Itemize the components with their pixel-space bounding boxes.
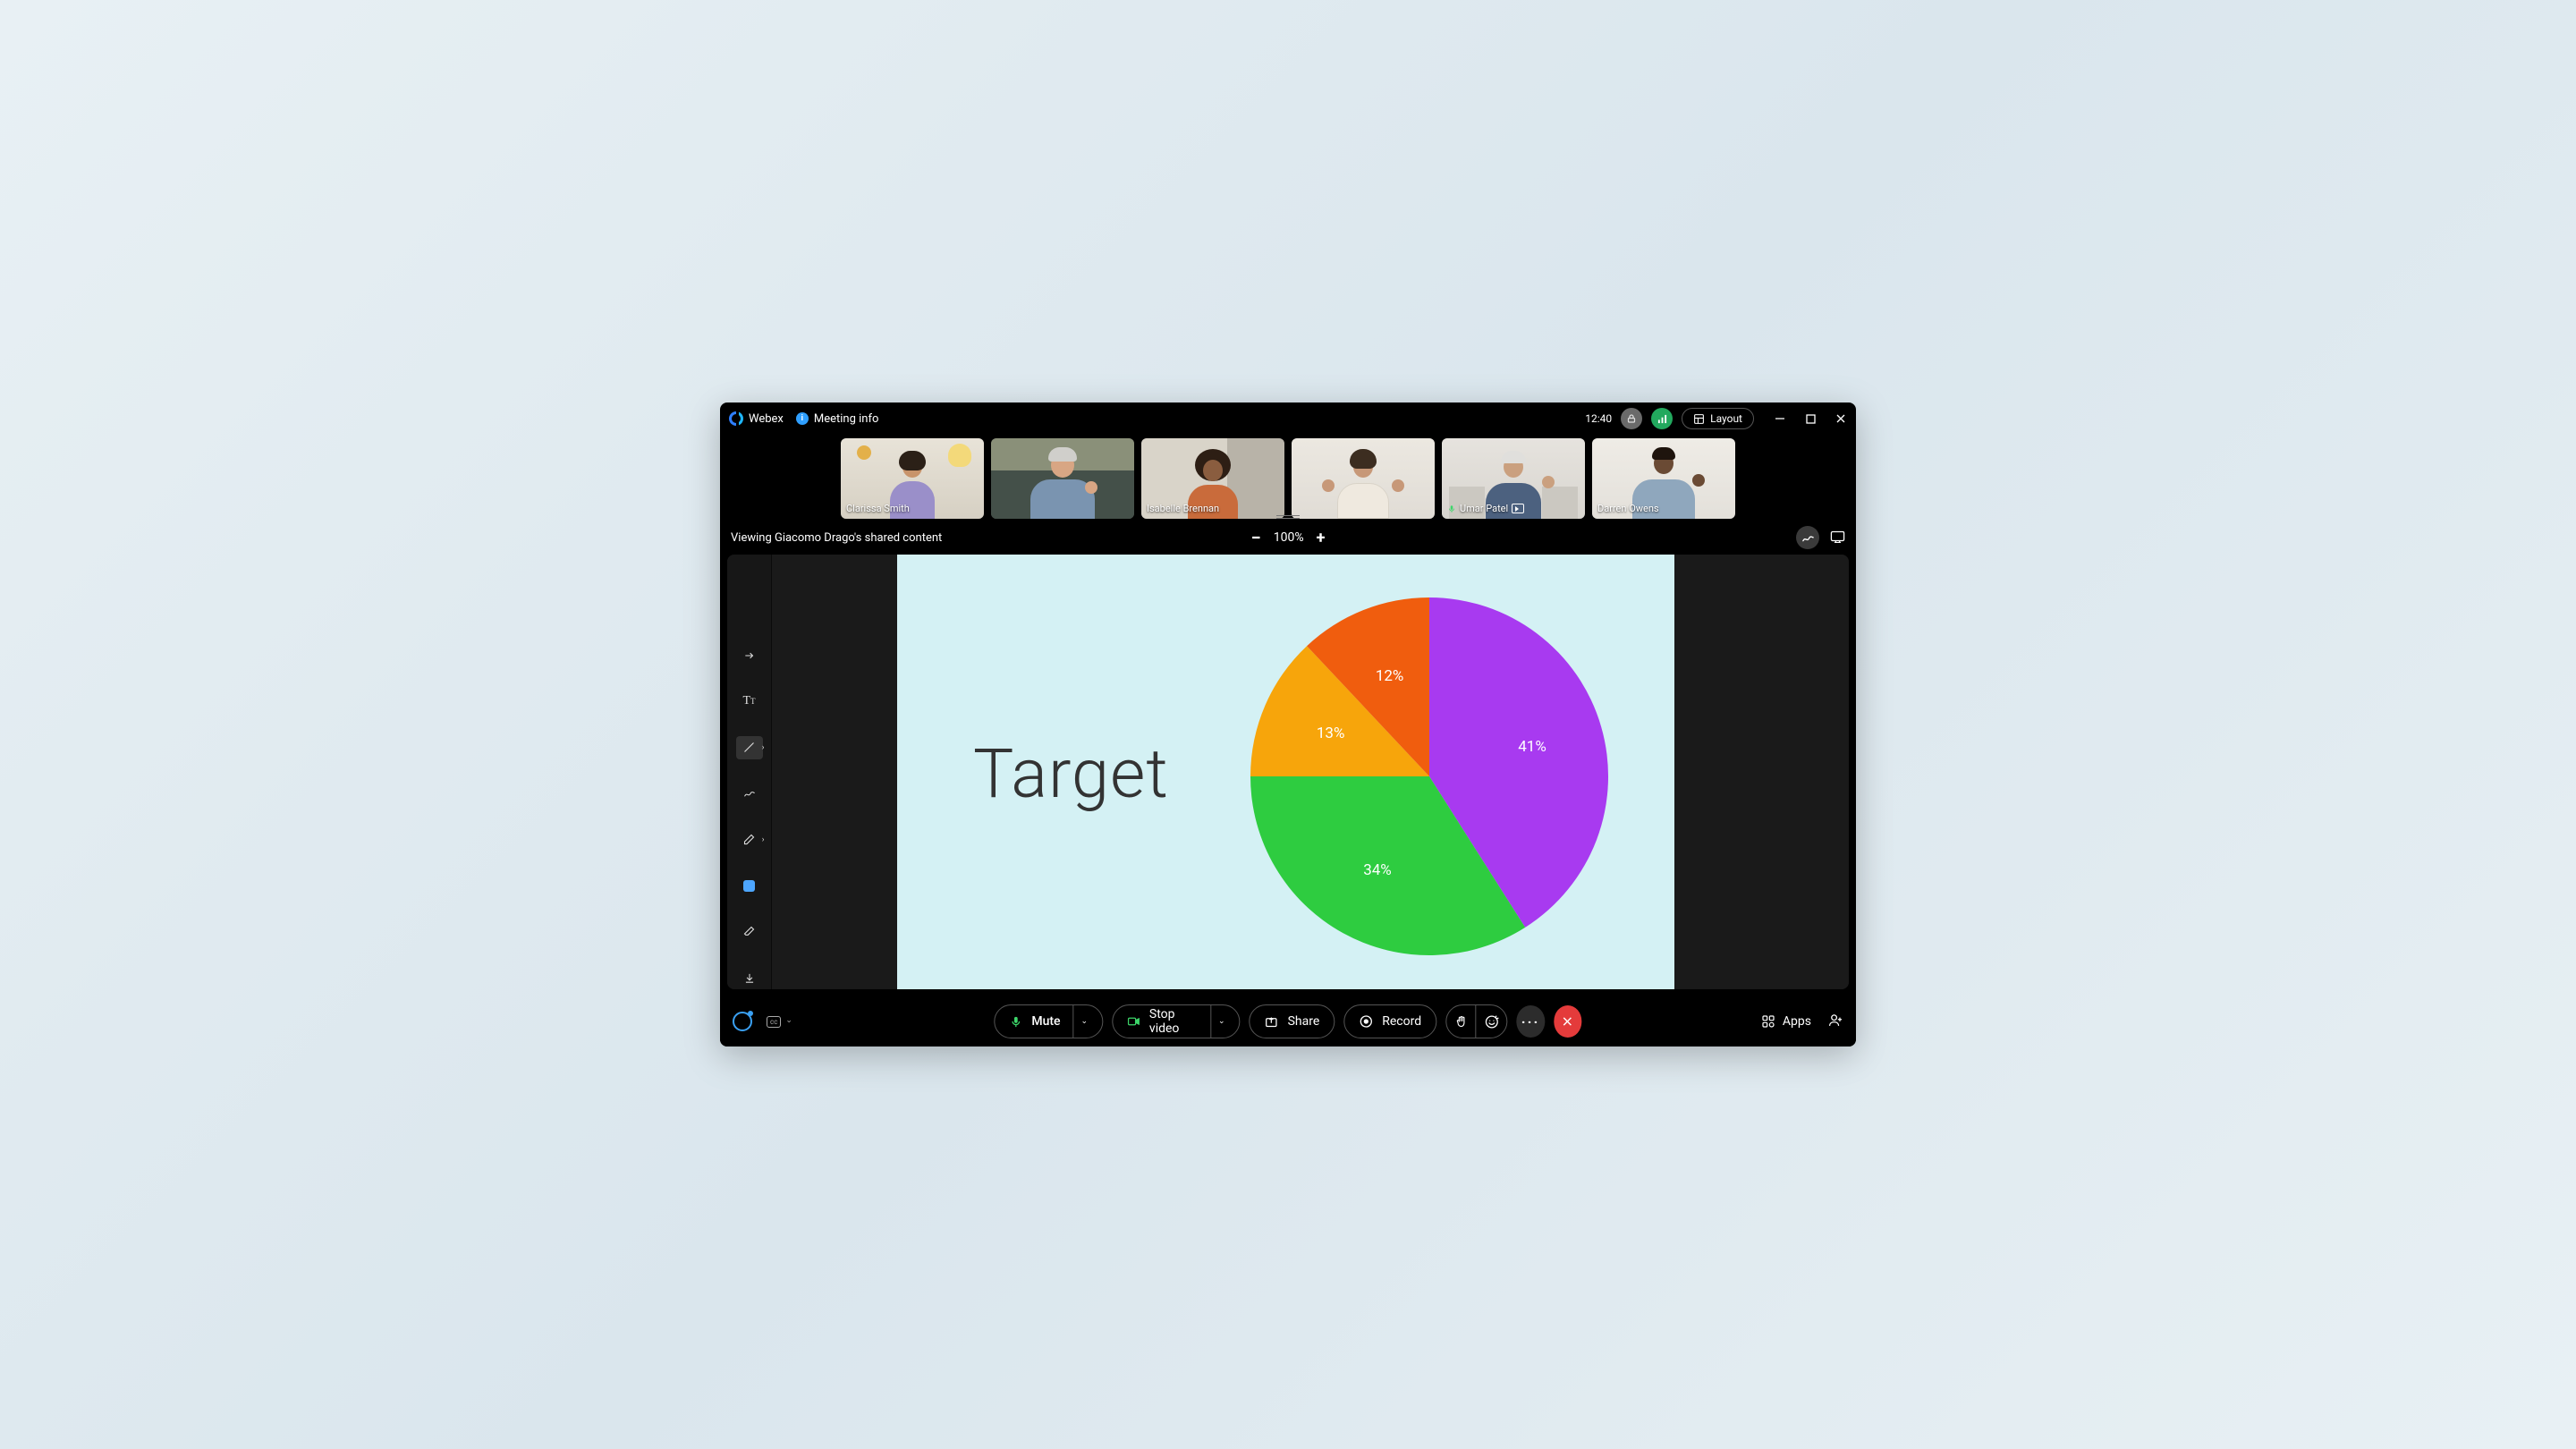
record-label: Record xyxy=(1382,1014,1421,1029)
popout-button[interactable] xyxy=(1830,530,1845,547)
participants-panel-button[interactable] xyxy=(1827,1013,1843,1031)
camera-icon xyxy=(1127,1015,1140,1028)
pie-chart: 41% 34% 13% 12% xyxy=(1250,597,1608,955)
emoji-reactions-button[interactable] xyxy=(1477,1004,1506,1038)
window-minimize-button[interactable] xyxy=(1774,412,1786,425)
pen-tool[interactable]: › xyxy=(736,828,763,852)
mute-label: Mute xyxy=(1031,1014,1060,1029)
freehand-tool[interactable] xyxy=(736,783,763,806)
close-icon xyxy=(1562,1015,1574,1028)
drag-handle[interactable] xyxy=(1276,515,1300,519)
leave-meeting-button[interactable] xyxy=(1554,1005,1582,1038)
annotation-toolbar: TT › › xyxy=(727,555,772,989)
share-label: Share xyxy=(1288,1014,1320,1029)
download-tool[interactable] xyxy=(736,967,763,990)
participant-tile[interactable]: Darren Owens xyxy=(1592,438,1735,519)
mute-options-caret[interactable]: ⌄ xyxy=(1073,1004,1089,1038)
microphone-icon xyxy=(1009,1014,1022,1030)
webex-logo-icon xyxy=(729,411,743,426)
zoom-out-button[interactable]: − xyxy=(1251,527,1261,548)
raise-hand-button[interactable] xyxy=(1446,1004,1477,1038)
info-icon: i xyxy=(796,412,809,425)
stop-video-label: Stop video xyxy=(1149,1007,1198,1036)
captions-button[interactable]: cc ⌄ xyxy=(767,1016,792,1028)
line-tool[interactable]: › xyxy=(736,736,763,759)
meeting-info-label: Meeting info xyxy=(814,412,879,426)
apps-button[interactable]: Apps xyxy=(1761,1014,1811,1029)
annotate-toggle-button[interactable] xyxy=(1796,526,1819,549)
participant-tile[interactable]: Isabelle Brennan xyxy=(1141,438,1284,519)
window-maximize-button[interactable] xyxy=(1804,412,1817,425)
share-icon xyxy=(1265,1015,1279,1029)
shared-content-header: Viewing Giacomo Drago's shared content −… xyxy=(720,521,1856,555)
participant-tile[interactable] xyxy=(1292,438,1435,519)
mic-on-icon xyxy=(1447,504,1456,513)
topbar: Webex i Meeting info 12:40 Layout xyxy=(720,402,1856,435)
participant-name: Darren Owens xyxy=(1597,503,1659,514)
content-gutter-left xyxy=(772,555,897,989)
participants-icon xyxy=(1827,1013,1843,1028)
mute-button[interactable]: Mute ⌄ xyxy=(994,1004,1103,1038)
reactions-control xyxy=(1445,1004,1507,1038)
more-options-button[interactable]: ··· xyxy=(1516,1005,1545,1038)
emoji-icon xyxy=(1484,1014,1499,1030)
cc-icon: cc xyxy=(767,1016,781,1028)
share-button[interactable]: Share xyxy=(1250,1004,1335,1038)
layout-label: Layout xyxy=(1710,412,1742,425)
layout-button[interactable]: Layout xyxy=(1682,408,1754,429)
shared-slide: Target 41% 34% 13% 12% xyxy=(897,555,1674,989)
apps-icon xyxy=(1761,1014,1775,1029)
meeting-info-button[interactable]: i Meeting info xyxy=(796,412,879,426)
text-tool[interactable]: TT xyxy=(736,691,763,714)
participant-tile[interactable]: Clarissa Smith xyxy=(841,438,984,519)
participant-name: Umar Patel xyxy=(1460,503,1508,514)
pie-slice-label: 34% xyxy=(1363,861,1392,879)
window-close-button[interactable] xyxy=(1835,412,1847,425)
record-icon xyxy=(1359,1014,1373,1029)
zoom-level: 100% xyxy=(1274,530,1304,545)
color-picker[interactable] xyxy=(736,875,763,898)
shared-content-area: TT › › Target xyxy=(727,555,1849,989)
assistant-button[interactable] xyxy=(733,1012,752,1031)
stop-video-button[interactable]: Stop video ⌄ xyxy=(1112,1004,1241,1038)
participant-name: Isabelle Brennan xyxy=(1147,503,1219,514)
encryption-icon[interactable] xyxy=(1621,408,1642,429)
dots-icon: ··· xyxy=(1521,1013,1539,1030)
participant-tile[interactable] xyxy=(991,438,1134,519)
participant-name: Clarissa Smith xyxy=(846,503,910,514)
meeting-window: Webex i Meeting info 12:40 Layout xyxy=(720,402,1856,1046)
webex-logo: Webex xyxy=(729,411,784,426)
participant-tile[interactable]: Umar Patel xyxy=(1442,438,1585,519)
pin-icon xyxy=(1512,504,1524,513)
raise-hand-icon xyxy=(1454,1014,1468,1030)
video-options-caret[interactable]: ⌄ xyxy=(1210,1004,1225,1038)
meeting-time: 12:40 xyxy=(1585,412,1612,425)
meeting-controls-bar: cc ⌄ Mute ⌄ Stop video ⌄ Share Record xyxy=(720,996,1856,1046)
video-filmstrip: Clarissa Smith Isabelle Brennan xyxy=(720,435,1856,521)
content-gutter-right xyxy=(1674,555,1849,989)
record-button[interactable]: Record xyxy=(1343,1004,1436,1038)
app-name: Webex xyxy=(749,412,784,426)
pie-slice-label: 13% xyxy=(1317,724,1345,742)
pie-slice-label: 41% xyxy=(1518,738,1546,756)
eraser-tool[interactable] xyxy=(736,920,763,944)
zoom-in-button[interactable]: + xyxy=(1317,529,1326,547)
slide-title: Target xyxy=(973,733,1169,814)
pointer-tool[interactable] xyxy=(736,644,763,667)
apps-label: Apps xyxy=(1783,1014,1811,1029)
sharing-status-text: Viewing Giacomo Drago's shared content xyxy=(731,531,942,545)
network-quality-icon[interactable] xyxy=(1651,408,1673,429)
pie-slice-label: 12% xyxy=(1376,667,1404,685)
